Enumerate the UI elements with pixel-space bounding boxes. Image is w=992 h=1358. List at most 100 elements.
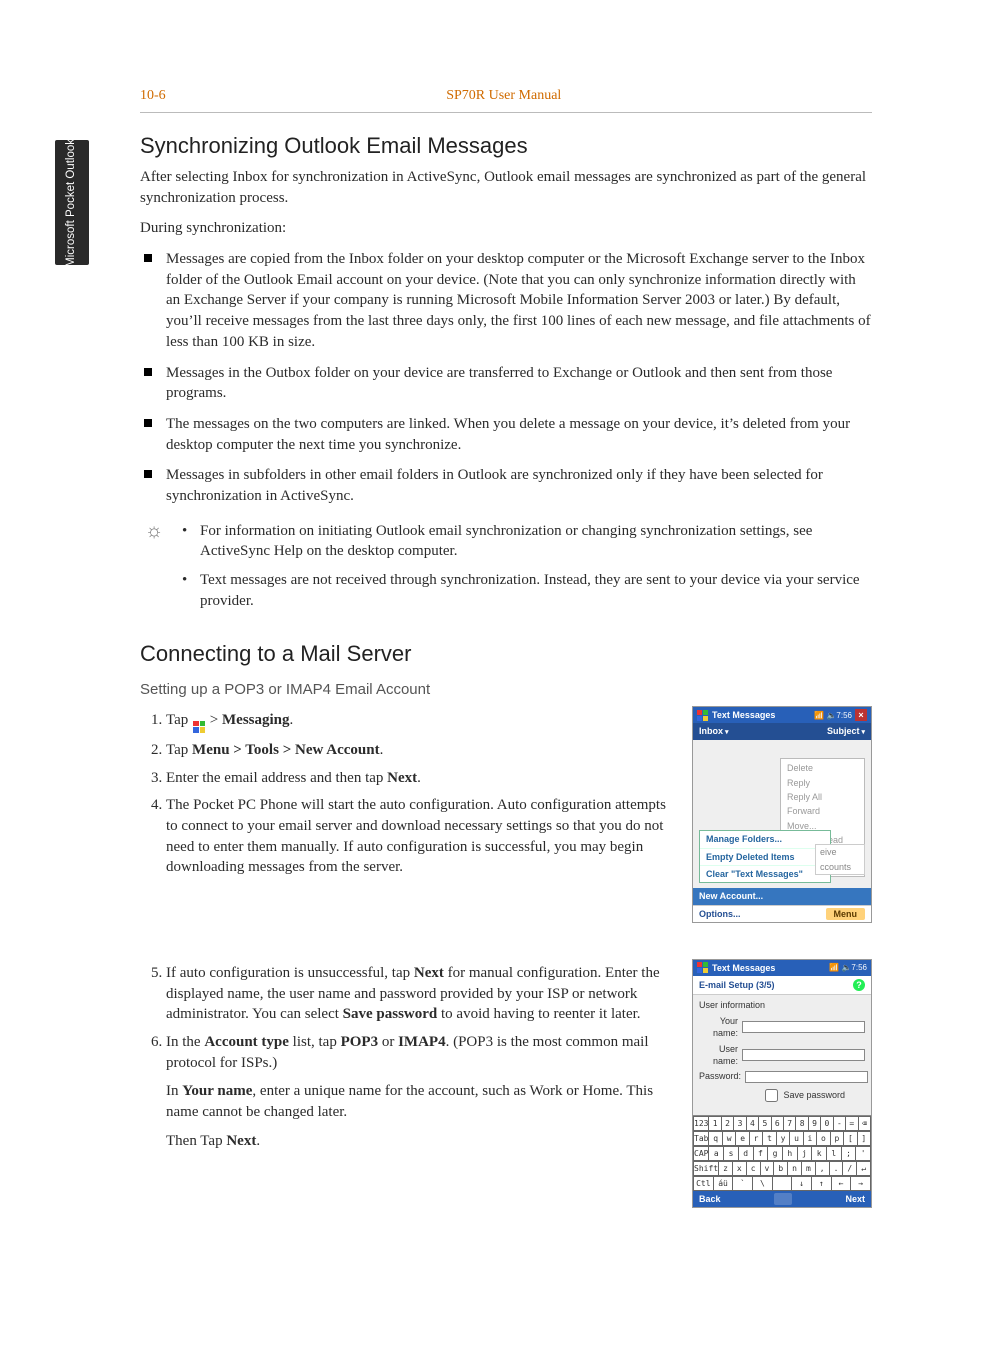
close-icon[interactable]: × [855, 709, 867, 721]
windows-start-icon[interactable] [697, 710, 708, 721]
keyboard-key[interactable]: ` [733, 1176, 753, 1191]
keyboard-key[interactable]: 4 [747, 1116, 759, 1131]
manual-title: SP70R User Manual [264, 86, 744, 105]
keyboard-key[interactable]: d [739, 1146, 754, 1161]
keyboard-key[interactable]: a [709, 1146, 724, 1161]
keyboard-key[interactable]: → [851, 1176, 871, 1191]
step-2: Tap Menu > Tools > New Account. [166, 740, 670, 761]
heading-sync-outlook: Synchronizing Outlook Email Messages [140, 131, 872, 161]
menu-item-forward[interactable]: Forward [781, 804, 864, 818]
menu-item-options[interactable]: Options... [699, 908, 741, 920]
keyboard-key[interactable]: - [834, 1116, 846, 1131]
keyboard-key[interactable]: , [816, 1161, 830, 1176]
keyboard-key[interactable]: u [790, 1131, 803, 1146]
titlebar-title: Text Messages [712, 709, 814, 721]
keyboard-key[interactable]: ↵ [857, 1161, 871, 1176]
menu-item-delete[interactable]: Delete [781, 761, 864, 775]
keyboard-key[interactable]: ↓ [792, 1176, 812, 1191]
input-your-name[interactable] [742, 1021, 865, 1033]
keyboard-key[interactable]: j [798, 1146, 813, 1161]
keyboard-key[interactable]: r [750, 1131, 763, 1146]
soft-keyboard[interactable]: 1231234567890-=⌫ Tabqwertyuiop[] CAPasdf… [693, 1115, 871, 1191]
keyboard-key[interactable]: 1 [709, 1116, 721, 1131]
menu-item-reply[interactable]: Reply [781, 776, 864, 790]
help-icon[interactable]: ? [853, 979, 865, 991]
keyboard-key[interactable]: t [763, 1131, 776, 1146]
keyboard-key[interactable]: 3 [734, 1116, 746, 1131]
menu-item-new-account[interactable]: New Account... [693, 888, 871, 904]
group-label-user-info: User information [699, 999, 865, 1011]
checkbox-save-password[interactable] [765, 1089, 778, 1102]
windows-start-icon [193, 721, 205, 733]
softkey-next[interactable]: Next [845, 1193, 865, 1205]
keyboard-key[interactable]: w [723, 1131, 736, 1146]
keyboard-key[interactable]: s [724, 1146, 739, 1161]
menu-item-clear-messages[interactable]: Clear "Text Messages" [700, 866, 830, 882]
inbox-dropdown[interactable]: Inbox [699, 725, 728, 738]
keyboard-key[interactable]: i [804, 1131, 817, 1146]
sync-bullet-list: Messages are copied from the Inbox folde… [140, 249, 872, 507]
keyboard-key[interactable]: v [761, 1161, 775, 1176]
keyboard-key[interactable]: ← [832, 1176, 852, 1191]
keyboard-key[interactable]: Shift [693, 1161, 719, 1176]
keyboard-key[interactable]: q [709, 1131, 722, 1146]
keyboard-key[interactable]: c [747, 1161, 761, 1176]
keyboard-key[interactable]: 6 [772, 1116, 784, 1131]
input-user-name[interactable] [742, 1049, 865, 1061]
step-6: In the Account type list, tap POP3 or IM… [166, 1032, 670, 1151]
keyboard-key[interactable]: z [719, 1161, 733, 1176]
menu-item-empty-deleted[interactable]: Empty Deleted Items [700, 849, 830, 866]
keyboard-key[interactable]: = [846, 1116, 858, 1131]
keyboard-key[interactable]: b [774, 1161, 788, 1176]
keyboard-key[interactable]: l [827, 1146, 842, 1161]
keyboard-key[interactable]: h [783, 1146, 798, 1161]
keyboard-key[interactable]: áü [714, 1176, 734, 1191]
keyboard-key[interactable]: 7 [784, 1116, 796, 1131]
softkey-menu[interactable]: Menu [826, 908, 866, 920]
keyboard-key[interactable]: ; [842, 1146, 857, 1161]
step-3: Enter the email address and then tap Nex… [166, 768, 670, 789]
keyboard-key[interactable]: k [812, 1146, 827, 1161]
keyboard-key[interactable]: Tab [693, 1131, 709, 1146]
keyboard-key[interactable]: g [768, 1146, 783, 1161]
keyboard-key[interactable]: 8 [796, 1116, 808, 1131]
keyboard-key[interactable]: ' [856, 1146, 871, 1161]
keyboard-key[interactable]: p [831, 1131, 844, 1146]
keyboard-key[interactable]: Ctl [693, 1176, 714, 1191]
keyboard-key[interactable]: CAP [693, 1146, 709, 1161]
keyboard-key[interactable]: ↑ [812, 1176, 832, 1191]
keyboard-key[interactable]: e [736, 1131, 749, 1146]
sip-toggle-icon[interactable] [774, 1193, 792, 1205]
keyboard-key[interactable]: o [817, 1131, 830, 1146]
keyboard-key[interactable]: 2 [722, 1116, 734, 1131]
keyboard-key[interactable]: n [788, 1161, 802, 1176]
keyboard-key[interactable]: ⌫ [859, 1116, 871, 1131]
keyboard-key[interactable]: [ [844, 1131, 857, 1146]
keyboard-key[interactable]: y [777, 1131, 790, 1146]
menu-item-reply-all[interactable]: Reply All [781, 790, 864, 804]
sync-bullet: The messages on the two computers are li… [166, 414, 872, 455]
input-password[interactable] [745, 1071, 868, 1083]
keyboard-key[interactable]: m [802, 1161, 816, 1176]
keyboard-key[interactable]: . [830, 1161, 844, 1176]
keyboard-key[interactable]: x [733, 1161, 747, 1176]
sync-bullet: Messages in subfolders in other email fo… [166, 465, 872, 506]
keyboard-key[interactable]: / [843, 1161, 857, 1176]
keyboard-key[interactable]: 9 [809, 1116, 821, 1131]
keyboard-key[interactable] [773, 1176, 793, 1191]
label-password: Password: [699, 1070, 741, 1082]
tip-block: ☼ For information on initiating Outlook … [140, 521, 872, 620]
keyboard-key[interactable]: 123 [693, 1116, 709, 1131]
menu-item-manage-folders[interactable]: Manage Folders... [700, 831, 830, 848]
keyboard-key[interactable]: ] [858, 1131, 871, 1146]
label-user-name: User name: [699, 1043, 738, 1068]
windows-start-icon[interactable] [697, 962, 708, 973]
device-screenshot-text-messages-menu: Text Messages 📶 🔈 7:56 × Inbox Subject D… [692, 706, 872, 922]
keyboard-key[interactable]: \ [753, 1176, 773, 1191]
keyboard-key[interactable]: 5 [759, 1116, 771, 1131]
softkey-back[interactable]: Back [699, 1193, 721, 1205]
keyboard-key[interactable]: f [754, 1146, 769, 1161]
subheading-pop3-imap4: Setting up a POP3 or IMAP4 Email Account [140, 680, 872, 701]
keyboard-key[interactable]: 0 [821, 1116, 833, 1131]
subject-dropdown[interactable]: Subject [827, 725, 865, 738]
